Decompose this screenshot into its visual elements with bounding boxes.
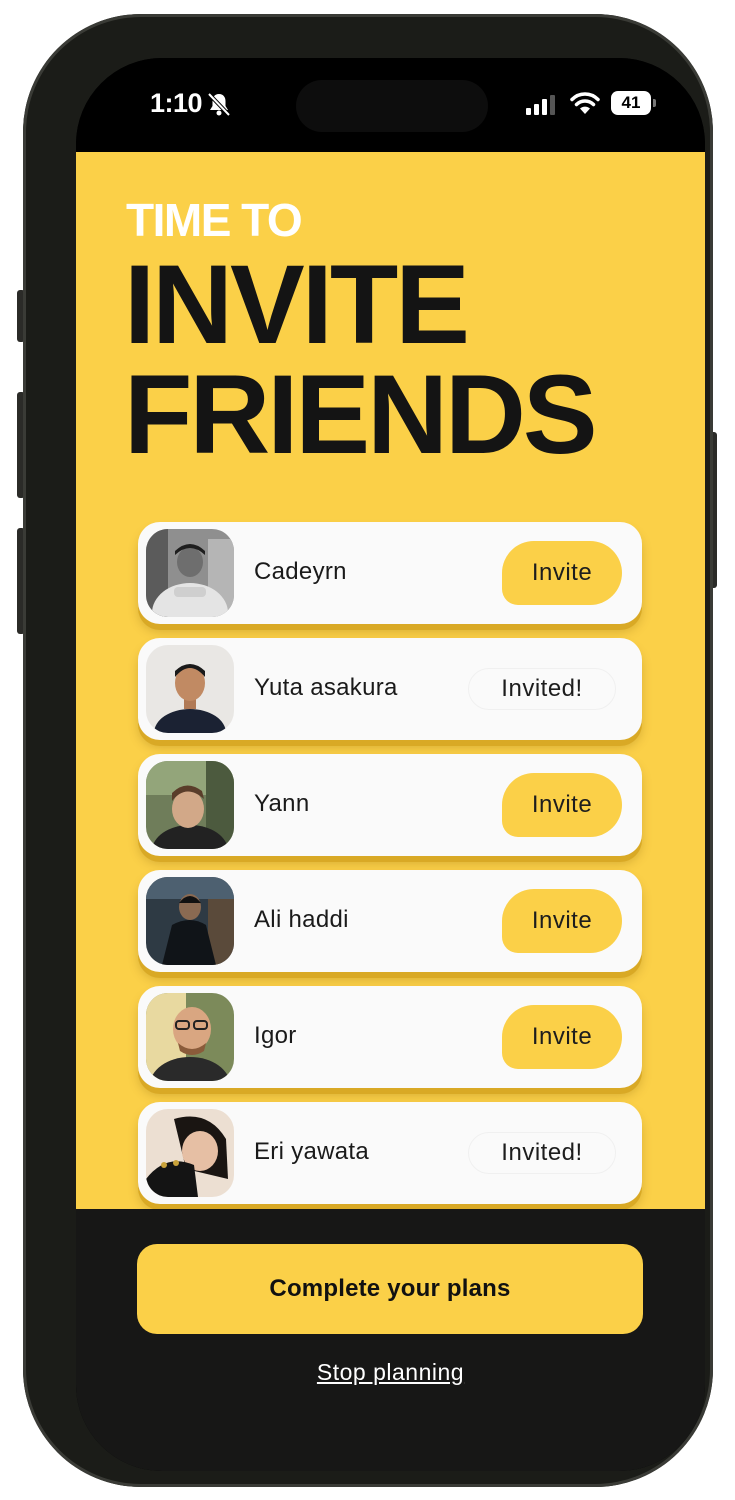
avatar	[146, 877, 234, 965]
friend-name: Ali haddi	[254, 906, 349, 933]
avatar	[146, 529, 234, 617]
invite-screen: TIME TO INVITE FRIENDS Cadeyrn Invite Yu…	[76, 152, 705, 1209]
friend-name: Igor	[254, 1022, 297, 1049]
avatar	[146, 1109, 234, 1197]
phone-screen: 1:10 41 TIME TO INVITE FRIENDS Cadeyrn I…	[76, 58, 705, 1471]
title-line-2: FRIENDS	[124, 352, 598, 477]
stop-planning-link[interactable]: Stop planning	[76, 1359, 705, 1386]
status-bar: 1:10 41	[76, 58, 705, 152]
friend-card: Cadeyrn Invite	[138, 522, 642, 624]
invite-button[interactable]: Invite	[502, 541, 622, 605]
friend-card: Ali haddi Invite	[138, 870, 642, 972]
friend-list: Cadeyrn Invite Yuta asakura Invited! Yan…	[138, 522, 642, 1209]
eyebrow-text: TIME TO	[126, 194, 303, 246]
wifi-icon	[570, 92, 600, 114]
invite-button[interactable]: Invite	[502, 1005, 622, 1069]
friend-card: Yuta asakura Invited!	[138, 638, 642, 740]
battery-indicator: 41	[611, 91, 651, 115]
friend-card: Igor Invite	[138, 986, 642, 1088]
complete-plans-button[interactable]: Complete your plans	[137, 1244, 643, 1334]
friend-name: Cadeyrn	[254, 558, 347, 585]
status-time: 1:10	[150, 88, 203, 118]
bottom-action-panel: Complete your plans Stop planning	[76, 1209, 705, 1471]
friend-card: Eri yawata Invited!	[138, 1102, 642, 1204]
invite-button[interactable]: Invite	[502, 889, 622, 953]
dynamic-island	[296, 80, 488, 132]
friend-name: Yann	[254, 790, 310, 817]
invited-status-button[interactable]: Invited!	[468, 1132, 616, 1174]
invited-status-button[interactable]: Invited!	[468, 668, 616, 710]
friend-name: Yuta asakura	[254, 674, 398, 701]
invite-button[interactable]: Invite	[502, 773, 622, 837]
avatar	[146, 993, 234, 1081]
cellular-signal-icon	[526, 95, 555, 115]
avatar	[146, 761, 234, 849]
avatar	[146, 645, 234, 733]
friend-name: Eri yawata	[254, 1138, 370, 1165]
title-line-1: INVITE	[124, 242, 470, 367]
page-title: INVITE FRIENDS	[124, 242, 598, 477]
phone-frame: 1:10 41 TIME TO INVITE FRIENDS Cadeyrn I…	[23, 14, 713, 1487]
battery-nub	[653, 99, 656, 107]
bell-slash-icon	[207, 92, 231, 117]
friend-card: Yann Invite	[138, 754, 642, 856]
